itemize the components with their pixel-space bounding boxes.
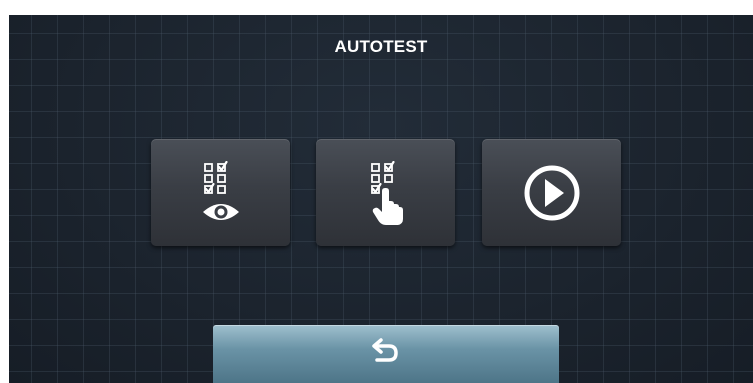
checklist-hand-icon	[366, 160, 406, 225]
manual-test-button[interactable]	[316, 139, 455, 246]
play-circle-icon	[522, 163, 582, 223]
checklist-eye-icon	[201, 160, 241, 225]
view-test-button[interactable]	[151, 139, 290, 246]
start-test-button[interactable]	[482, 139, 621, 246]
back-button[interactable]	[213, 325, 559, 383]
page-title: AUTOTEST	[334, 37, 428, 56]
autotest-screen: AUTOTEST	[9, 15, 753, 383]
return-arrow-icon	[372, 337, 400, 368]
